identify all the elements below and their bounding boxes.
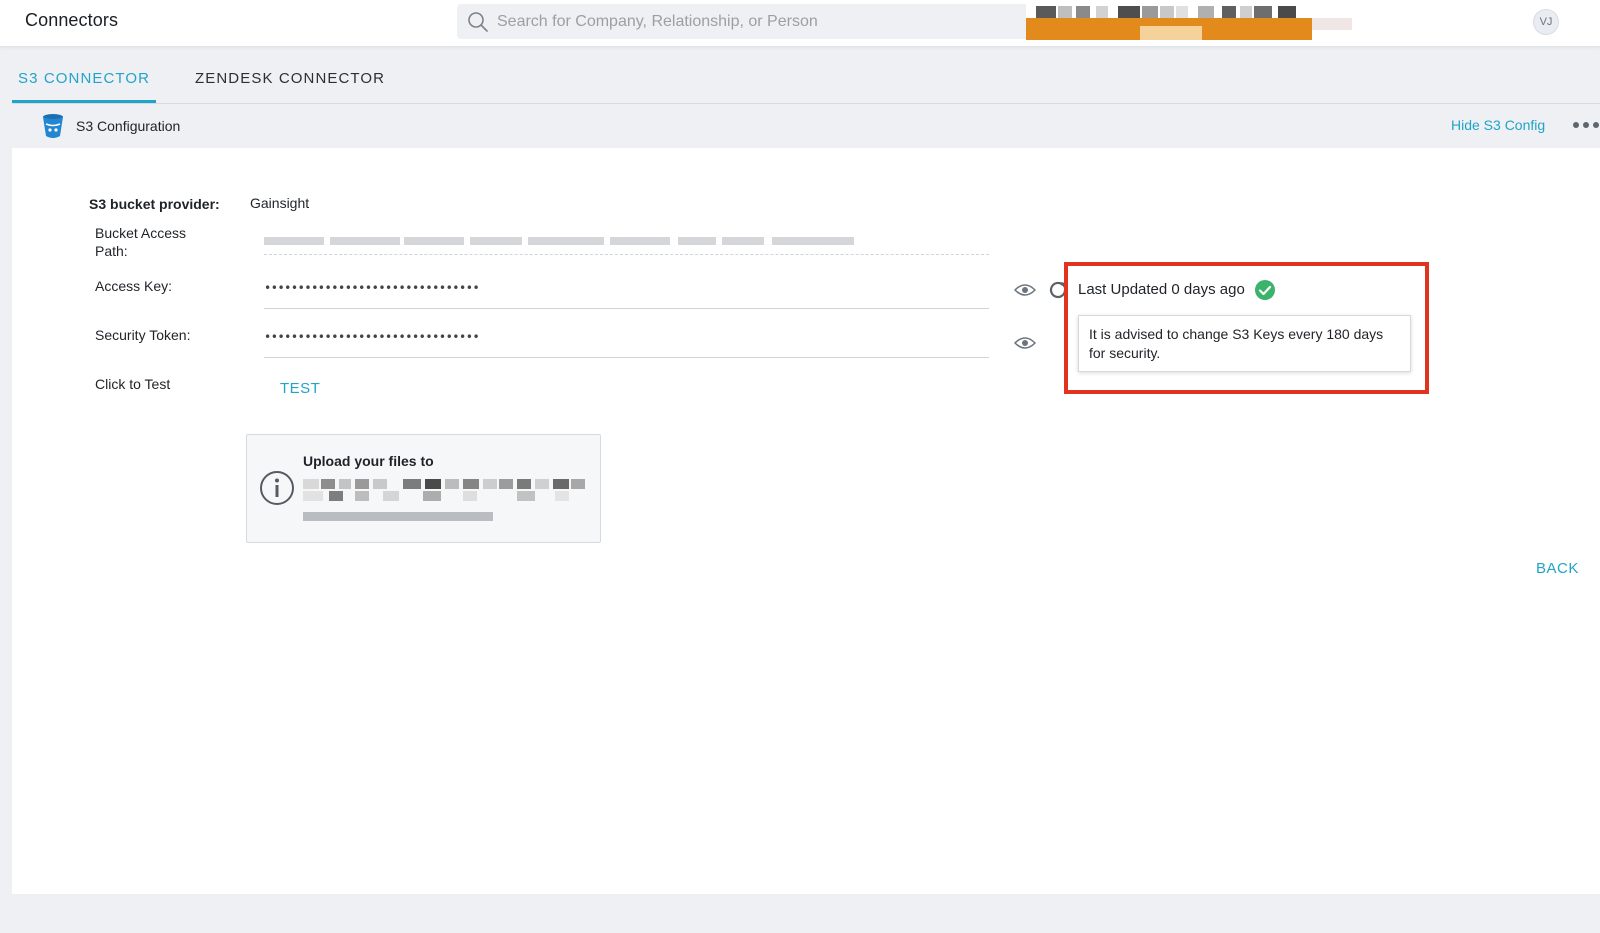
redacted-banner: [1026, 0, 1356, 40]
search-icon: [468, 12, 488, 32]
top-bar: Connectors VJ: [0, 0, 1600, 47]
app-title: Connectors: [25, 10, 119, 30]
provider-label: S3 bucket provider:: [89, 196, 220, 212]
tab-zendesk-connector[interactable]: ZENDESK CONNECTOR: [189, 58, 391, 103]
s3-config-panel: S3 bucket provider: Gainsight Bucket Acc…: [12, 148, 1600, 894]
search-input[interactable]: [497, 4, 1057, 39]
test-label: Click to Test: [95, 376, 171, 392]
hide-s3-config-link[interactable]: Hide S3 Config: [1451, 117, 1545, 133]
security-token-underline: [264, 357, 989, 358]
access-key-field[interactable]: ••••••••••••••••••••••••••••••••: [264, 281, 480, 295]
bucket-icon: [43, 114, 63, 138]
key-rotation-advice: It is advised to change S3 Keys every 18…: [1078, 315, 1411, 372]
upload-info-box: Upload your files to: [246, 434, 601, 543]
eye-icon[interactable]: [1014, 283, 1036, 297]
last-updated-box: Last Updated 0 days ago It is advised to…: [1064, 262, 1429, 394]
access-key-label: Access Key:: [95, 278, 173, 294]
info-icon: [260, 471, 294, 505]
access-key-underline: [264, 308, 989, 309]
test-button[interactable]: TEST: [280, 380, 320, 397]
tab-s3-connector[interactable]: S3 CONNECTOR: [12, 58, 157, 103]
eye-icon[interactable]: [1014, 336, 1036, 350]
section-title: S3 Configuration: [76, 118, 181, 134]
back-link[interactable]: BACK: [1536, 560, 1579, 577]
check-circle-icon: [1255, 280, 1275, 300]
bucket-path-value-redacted: [264, 237, 854, 247]
bucket-path-underline: [264, 254, 989, 255]
connector-tabs: S3 CONNECTOR ZENDESK CONNECTOR: [12, 58, 1600, 104]
security-token-label: Security Token:: [95, 327, 191, 343]
last-updated-text: Last Updated 0 days ago: [1078, 281, 1245, 298]
section-header: S3 Configuration Hide S3 Config: [12, 105, 1600, 148]
provider-value: Gainsight: [250, 195, 310, 211]
bucket-path-label: Bucket Access Path:: [95, 225, 187, 259]
security-token-field[interactable]: ••••••••••••••••••••••••••••••••: [264, 330, 480, 344]
upload-path-tail-redacted: [303, 508, 493, 523]
user-avatar[interactable]: VJ: [1533, 9, 1559, 35]
upload-info-title: Upload your files to: [303, 453, 434, 469]
more-icon[interactable]: [1572, 117, 1600, 133]
global-search[interactable]: [457, 4, 1057, 39]
